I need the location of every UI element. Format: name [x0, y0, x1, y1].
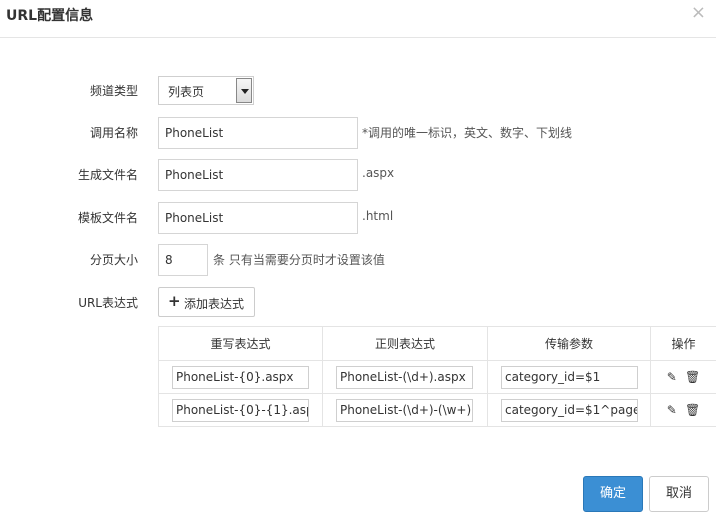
gen-file-label: 生成文件名: [77, 168, 138, 182]
call-name-input[interactable]: PhoneList: [158, 117, 358, 149]
template-file-label: 模板文件名: [77, 211, 138, 225]
regex-input[interactable]: PhoneList-(\d+)-(\w+).: [336, 398, 473, 422]
add-expression-label: 添加表达式: [184, 297, 245, 311]
rewrite-input[interactable]: PhoneList-{0}-{1}.aspx: [172, 398, 309, 422]
params-input[interactable]: category_id=$1^page: [501, 398, 638, 422]
params-input[interactable]: category_id=$1: [501, 365, 638, 389]
rewrite-input[interactable]: PhoneList-{0}.aspx: [172, 365, 309, 389]
edit-icon[interactable]: ✎: [667, 403, 677, 417]
header-regex: 正则表达式: [322, 326, 488, 361]
delete-icon[interactable]: 🗑: [685, 403, 700, 417]
edit-icon[interactable]: ✎: [667, 370, 677, 384]
table-header-row: 重写表达式 正则表达式 传输参数 操作: [158, 326, 716, 361]
plus-icon: +: [168, 292, 181, 310]
page-size-hint: 条 只有当需要分页时才设置该值: [213, 253, 385, 267]
chevron-down-icon[interactable]: [236, 78, 252, 103]
page-size-label: 分页大小: [89, 253, 138, 267]
call-name-label: 调用名称: [89, 126, 138, 140]
header-rewrite: 重写表达式: [158, 326, 323, 361]
channel-type-value: 列表页: [168, 85, 205, 99]
add-expression-button[interactable]: + 添加表达式: [158, 287, 255, 317]
dialog-header: URL配置信息 ×: [0, 0, 716, 38]
url-config-dialog: URL配置信息 × 频道类型 列表页 调用名称 PhoneList *调用的唯一…: [0, 0, 716, 518]
delete-icon[interactable]: 🗑: [685, 370, 700, 384]
table-row: PhoneList-{0}.aspx PhoneList-(\d+).aspx …: [158, 360, 716, 394]
channel-type-select[interactable]: 列表页: [158, 76, 254, 105]
confirm-button[interactable]: 确定: [583, 476, 643, 512]
channel-type-label: 频道类型: [89, 84, 138, 98]
url-expr-label: URL表达式: [78, 296, 138, 310]
gen-file-suffix: .aspx: [362, 166, 395, 180]
call-name-hint: *调用的唯一标识，英文、数字、下划线: [362, 126, 573, 140]
table-row: PhoneList-{0}-{1}.aspx PhoneList-(\d+)-(…: [158, 393, 716, 427]
page-size-input[interactable]: 8: [158, 244, 208, 276]
cancel-button[interactable]: 取消: [649, 476, 709, 512]
close-icon[interactable]: ×: [691, 4, 706, 22]
header-actions: 操作: [650, 326, 716, 361]
dialog-title: URL配置信息: [6, 8, 94, 24]
gen-file-input[interactable]: PhoneList: [158, 159, 358, 191]
template-file-input[interactable]: PhoneList: [158, 202, 358, 234]
expression-table: 重写表达式 正则表达式 传输参数 操作 PhoneList-{0}.aspx P…: [158, 326, 716, 427]
header-params: 传输参数: [487, 326, 651, 361]
template-file-suffix: .html: [362, 209, 394, 223]
regex-input[interactable]: PhoneList-(\d+).aspx: [336, 365, 473, 389]
